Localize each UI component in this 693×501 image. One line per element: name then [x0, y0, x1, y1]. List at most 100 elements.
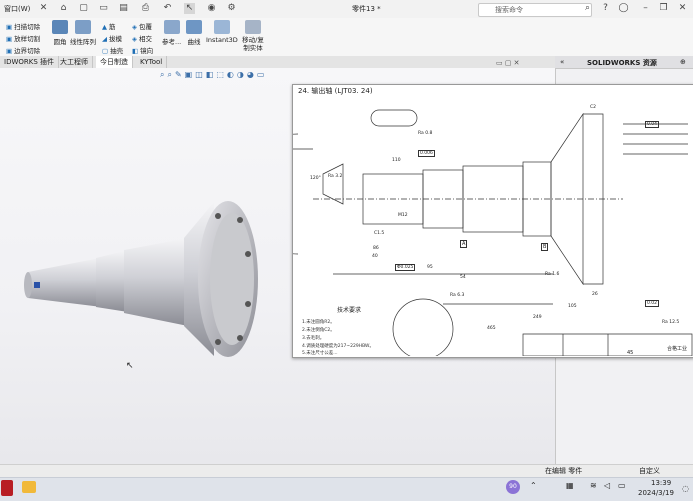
fillet-button[interactable]: 圆角: [52, 20, 68, 46]
fillet-label: 圆角: [53, 38, 67, 46]
new-file-icon[interactable]: ▢: [78, 3, 89, 14]
badge[interactable]: 90: [506, 480, 520, 494]
roughness-label: Ra 1.6: [545, 272, 560, 277]
draft-label: 拔模: [109, 35, 122, 43]
undo-icon[interactable]: ↶: [162, 3, 173, 14]
move-copy-body-button[interactable]: 移动/复制实体: [240, 20, 266, 52]
status-units[interactable]: 自定义: [639, 466, 660, 476]
linear-pattern-icon: [75, 20, 91, 34]
search-input[interactable]: 搜索命令: [478, 3, 592, 17]
mirror-icon: ◧: [132, 47, 139, 55]
wrap-button[interactable]: ◈ 包覆: [132, 21, 152, 31]
curves-label: 曲线: [187, 38, 201, 46]
note-line: 3.去毛刺。: [302, 336, 325, 341]
tab-engineer[interactable]: 大工程师: [56, 56, 93, 68]
dim-label: 86: [373, 246, 379, 251]
scale-label: 45: [627, 350, 634, 356]
wifi-icon[interactable]: ≋: [590, 481, 597, 490]
save-icon[interactable]: ▤: [118, 3, 129, 14]
dim-label: 95: [427, 265, 433, 270]
close-icon[interactable]: ✕: [677, 3, 688, 14]
chevron-up-icon[interactable]: ⌃: [530, 481, 537, 490]
technical-requirements-title: 技术要求: [337, 307, 362, 314]
sweep-cut-icon: ▣: [6, 23, 13, 31]
datum-a: A: [460, 240, 468, 248]
dim-label: 40: [372, 254, 378, 259]
linear-pattern-button[interactable]: 线性阵列: [70, 20, 96, 46]
rebuild-icon[interactable]: ◉: [206, 3, 217, 14]
move-copy-icon: [245, 20, 261, 34]
instant3d-label: Instant3D: [206, 36, 238, 44]
select-icon[interactable]: ↖: [184, 3, 195, 14]
draft-button[interactable]: ◢ 拔模: [102, 33, 122, 43]
datum-b: B: [541, 243, 549, 251]
reference-button[interactable]: 参考...: [162, 20, 181, 46]
mirror-label: 镜向: [140, 47, 154, 55]
speaker-icon[interactable]: ◁: [604, 481, 610, 490]
pin-icon[interactable]: ✕: [38, 3, 49, 14]
note-line: 2.未注倒角C2。: [302, 328, 335, 333]
bolt-hole: [215, 213, 221, 219]
battery-icon[interactable]: ▭: [618, 481, 626, 490]
shaft-step: [96, 250, 128, 312]
dim-label: 54: [460, 275, 466, 280]
home-icon[interactable]: ⌂: [58, 3, 69, 14]
reference-geometry-icon: [163, 20, 180, 34]
boundary-cut-icon: ▣: [6, 47, 13, 55]
menu-window[interactable]: 窗口(W): [4, 4, 30, 14]
dim-label: M12: [398, 213, 408, 218]
dim-label: 105: [568, 304, 577, 309]
intersect-button[interactable]: ◈ 相交: [132, 33, 152, 43]
curves-button[interactable]: 曲线: [186, 20, 202, 46]
shell-button[interactable]: ▢ 抽壳: [102, 45, 123, 55]
heads-up-view-toolbar[interactable]: ⌕⌕✎▣◫◧⬚◐◑◕▭: [160, 70, 267, 80]
search-placeholder: 搜索命令: [495, 6, 523, 14]
pin-icon[interactable]: ⊕: [680, 58, 686, 66]
tab-today-manufacturing[interactable]: 今日制造: [96, 56, 133, 68]
app-icon[interactable]: [1, 480, 13, 496]
print-icon[interactable]: ⎙: [140, 3, 151, 14]
title-block-label: 合格工业: [667, 346, 688, 352]
instant3d-button[interactable]: Instant3D: [206, 20, 238, 44]
status-editing: 在编辑 零件: [545, 467, 583, 475]
loft-cut-button[interactable]: ▣ 放样切割: [6, 33, 40, 43]
rib-label: 筋: [109, 23, 116, 31]
bolt-hole: [237, 335, 243, 341]
loft-cut-icon: ▣: [6, 35, 13, 43]
note-line: 1.未注圆角R2。: [302, 320, 335, 325]
clock-date[interactable]: 2024/3/19: [638, 489, 674, 497]
open-file-icon[interactable]: ▭: [98, 3, 109, 14]
account-icon[interactable]: ◯: [618, 3, 629, 14]
tolerance-frame: 0.04: [645, 121, 660, 128]
linear-pattern-label: 线性阵列: [70, 38, 96, 46]
boundary-cut-button[interactable]: ▣ 边界切除: [6, 45, 40, 55]
restore-icon[interactable]: ❐: [658, 3, 669, 14]
rib-button[interactable]: ▲ 筋: [102, 21, 116, 31]
help-icon[interactable]: ?: [600, 3, 611, 14]
notification-icon[interactable]: ◌: [682, 484, 689, 493]
mirror-button[interactable]: ◧ 镜向: [132, 45, 153, 55]
sweep-cut-button[interactable]: ▣ 扫描切除: [6, 21, 40, 31]
file-explorer-icon[interactable]: [22, 481, 36, 493]
window-controls-icon[interactable]: ▭ ▢ ✕: [496, 59, 520, 67]
tray-icon[interactable]: ▦: [566, 481, 574, 490]
boundary-cut-label: 边界切除: [14, 47, 41, 55]
tab-addins[interactable]: IDWORKS 插件: [0, 56, 60, 68]
flange-face: [210, 213, 254, 345]
tab-kytool[interactable]: KYTool: [136, 56, 168, 68]
move-copy-label: 移动/复制实体: [242, 36, 264, 52]
clock-time[interactable]: 13:39: [651, 479, 671, 487]
tolerance-frame: Φ0.025: [395, 264, 416, 271]
intersect-label: 相交: [139, 35, 152, 43]
roughness-label: Ra 3.2: [328, 174, 343, 179]
note-line: 4.调质处理硬度为217~229HBW。: [302, 344, 375, 349]
dim-label: 120°: [310, 176, 321, 181]
options-icon[interactable]: ⚙: [226, 3, 237, 14]
intersect-icon: ◈: [132, 35, 137, 43]
minimize-icon[interactable]: –: [640, 3, 651, 14]
shaft-3d-model[interactable]: [0, 180, 290, 410]
search-icon[interactable]: ⌕: [582, 3, 593, 14]
collapse-icon[interactable]: «: [560, 58, 564, 66]
shell-icon: ▢: [102, 47, 109, 55]
shaft-end-face: [24, 272, 32, 298]
